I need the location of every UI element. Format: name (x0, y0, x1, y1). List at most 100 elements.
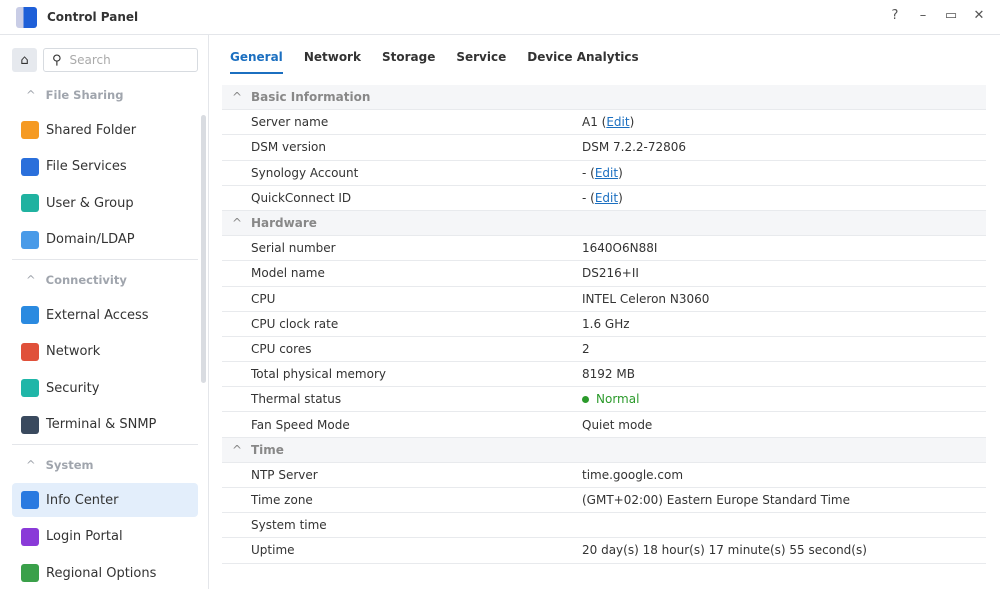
help-button[interactable]: ? (888, 8, 902, 23)
domain-ldap-icon (21, 230, 39, 249)
value-text: time.google.com (582, 467, 684, 482)
sidebar-item-domain-ldap[interactable]: Domain/LDAP (12, 223, 198, 257)
row-value: 1.6 GHz (582, 317, 986, 331)
sidebar-divider (12, 444, 198, 445)
row-value: -Edit (582, 191, 986, 205)
section-header[interactable]: ^ Time (222, 437, 986, 463)
maximize-button[interactable]: ▭ (944, 8, 958, 23)
table-row: CPU clock rate 1.6 GHz (222, 312, 986, 337)
row-label: DSM version (251, 140, 326, 155)
edit-link[interactable]: Edit (606, 115, 629, 129)
sidebar-divider (12, 259, 198, 260)
sidebar-group-connectivity[interactable]: ^ Connectivity (26, 273, 127, 287)
row-value: time.google.com (582, 468, 986, 482)
sidebar-item-label: Info Center (46, 492, 119, 508)
sidebar-item-info-center[interactable]: Info Center (12, 483, 198, 517)
row-label: Synology Account (251, 165, 359, 180)
edit-wrapper: Edit (586, 166, 622, 180)
group-label: File Sharing (45, 88, 124, 102)
close-button[interactable]: ✕ (972, 8, 986, 23)
row-label: Total physical memory (251, 367, 386, 382)
value-text: 8192 MB (582, 367, 635, 382)
edit-link[interactable]: Edit (595, 166, 618, 180)
sidebar-item-label: User & Group (46, 195, 134, 211)
tab-device-analytics[interactable]: Device Analytics (527, 50, 638, 74)
sidebar-item-shared-folder[interactable]: Shared Folder (12, 113, 198, 147)
info-table: ^ Basic Information Server name A1 Edit DSM v… (222, 85, 986, 564)
value-text: (GMT+02:00) Eastern Europe Standard Time (582, 493, 851, 508)
control-panel-icon (16, 6, 37, 28)
row-label: CPU clock rate (251, 316, 339, 331)
table-row: Total physical memory 8192 MB (222, 362, 986, 388)
tab-general[interactable]: General (230, 50, 283, 74)
row-label: NTP Server (251, 467, 318, 482)
login-portal-icon (21, 527, 39, 546)
row-label: Serial number (251, 241, 336, 256)
sidebar-item-user-group[interactable]: User & Group (12, 186, 198, 220)
row-label: CPU cores (251, 341, 312, 356)
tab-network[interactable]: Network (304, 50, 361, 74)
row-label: QuickConnect ID (251, 190, 352, 205)
sidebar-item-label: Regional Options (46, 565, 157, 581)
search-input[interactable]: ⚲ Search (43, 48, 198, 72)
row-value: INTEL Celeron N3060 (582, 292, 986, 306)
row-label: Server name (251, 115, 329, 130)
table-row: CPU INTEL Celeron N3060 (222, 287, 986, 312)
sidebar-item-label: Shared Folder (46, 122, 137, 138)
row-value: 1640O6N88I (582, 241, 986, 255)
home-icon: ⌂ (20, 52, 29, 68)
tab-service[interactable]: Service (456, 50, 506, 74)
chevron-up-icon: ^ (232, 90, 243, 105)
tab-storage[interactable]: Storage (382, 50, 435, 74)
sidebar-item-external-access[interactable]: External Access (12, 298, 198, 332)
minimize-button[interactable]: – (916, 8, 930, 23)
sidebar-item-label: Login Portal (46, 529, 123, 545)
chevron-up-icon: ^ (26, 88, 36, 102)
terminal-snmp-icon (21, 415, 39, 434)
row-label: Uptime (251, 543, 295, 558)
sidebar-scrollbar[interactable] (201, 115, 206, 383)
home-button[interactable]: ⌂ (12, 48, 37, 72)
section-header[interactable]: ^ Basic Information (222, 85, 986, 111)
sidebar-item-label: Security (46, 380, 100, 396)
sidebar-item-label: Domain/LDAP (46, 232, 135, 248)
sidebar-item-network[interactable]: Network (12, 335, 198, 369)
security-icon (21, 379, 39, 398)
file-services-icon (21, 157, 39, 176)
table-row: System time (222, 513, 986, 539)
window-title: Control Panel (47, 10, 139, 24)
window-controls: ? – ▭ ✕ (888, 8, 986, 23)
shared-folder-icon (21, 121, 39, 139)
sidebar-group-file-sharing[interactable]: ^ File Sharing (26, 88, 123, 102)
sidebar-item-security[interactable]: Security (12, 371, 198, 405)
sidebar-item-label: File Services (46, 159, 127, 175)
value-text: A1 (582, 115, 598, 130)
sidebar-item-terminal-snmp[interactable]: Terminal & SNMP (12, 408, 198, 442)
table-row: Serial number 1640O6N88I (222, 236, 986, 262)
edit-link[interactable]: Edit (595, 191, 618, 205)
row-value: 20 day(s) 18 hour(s) 17 minute(s) 55 sec… (582, 543, 986, 557)
chevron-up-icon: ^ (26, 458, 36, 472)
row-label: CPU (251, 291, 276, 306)
sidebar-item-regional-options[interactable]: Regional Options (12, 556, 198, 590)
section-header[interactable]: ^ Hardware (222, 210, 986, 237)
section-title: Hardware (251, 216, 317, 231)
sidebar-item-label: External Access (46, 307, 149, 323)
row-value: Normal (582, 392, 986, 406)
title-bar: Control Panel (0, 0, 1000, 35)
sidebar-item-label: Terminal & SNMP (46, 417, 157, 433)
sidebar-group-system[interactable]: ^ System (26, 458, 94, 472)
table-row: Time zone (GMT+02:00) Eastern Europe Stan… (222, 488, 986, 514)
sidebar-item-file-services[interactable]: File Services (12, 150, 198, 184)
row-value: Quiet mode (582, 418, 986, 432)
edit-wrapper: Edit (586, 191, 622, 205)
edit-wrapper: Edit (598, 115, 634, 129)
table-row: Fan Speed Mode Quiet mode (222, 412, 986, 438)
value-text: Normal (596, 392, 640, 407)
search-icon: ⚲ (52, 52, 62, 68)
sidebar-item-login-portal[interactable]: Login Portal (12, 520, 198, 554)
sidebar-item-label: Network (46, 344, 101, 360)
section-title: Basic Information (251, 90, 371, 105)
value-text: 1.6 GHz (582, 316, 630, 331)
value-text: Quiet mode (582, 417, 653, 432)
